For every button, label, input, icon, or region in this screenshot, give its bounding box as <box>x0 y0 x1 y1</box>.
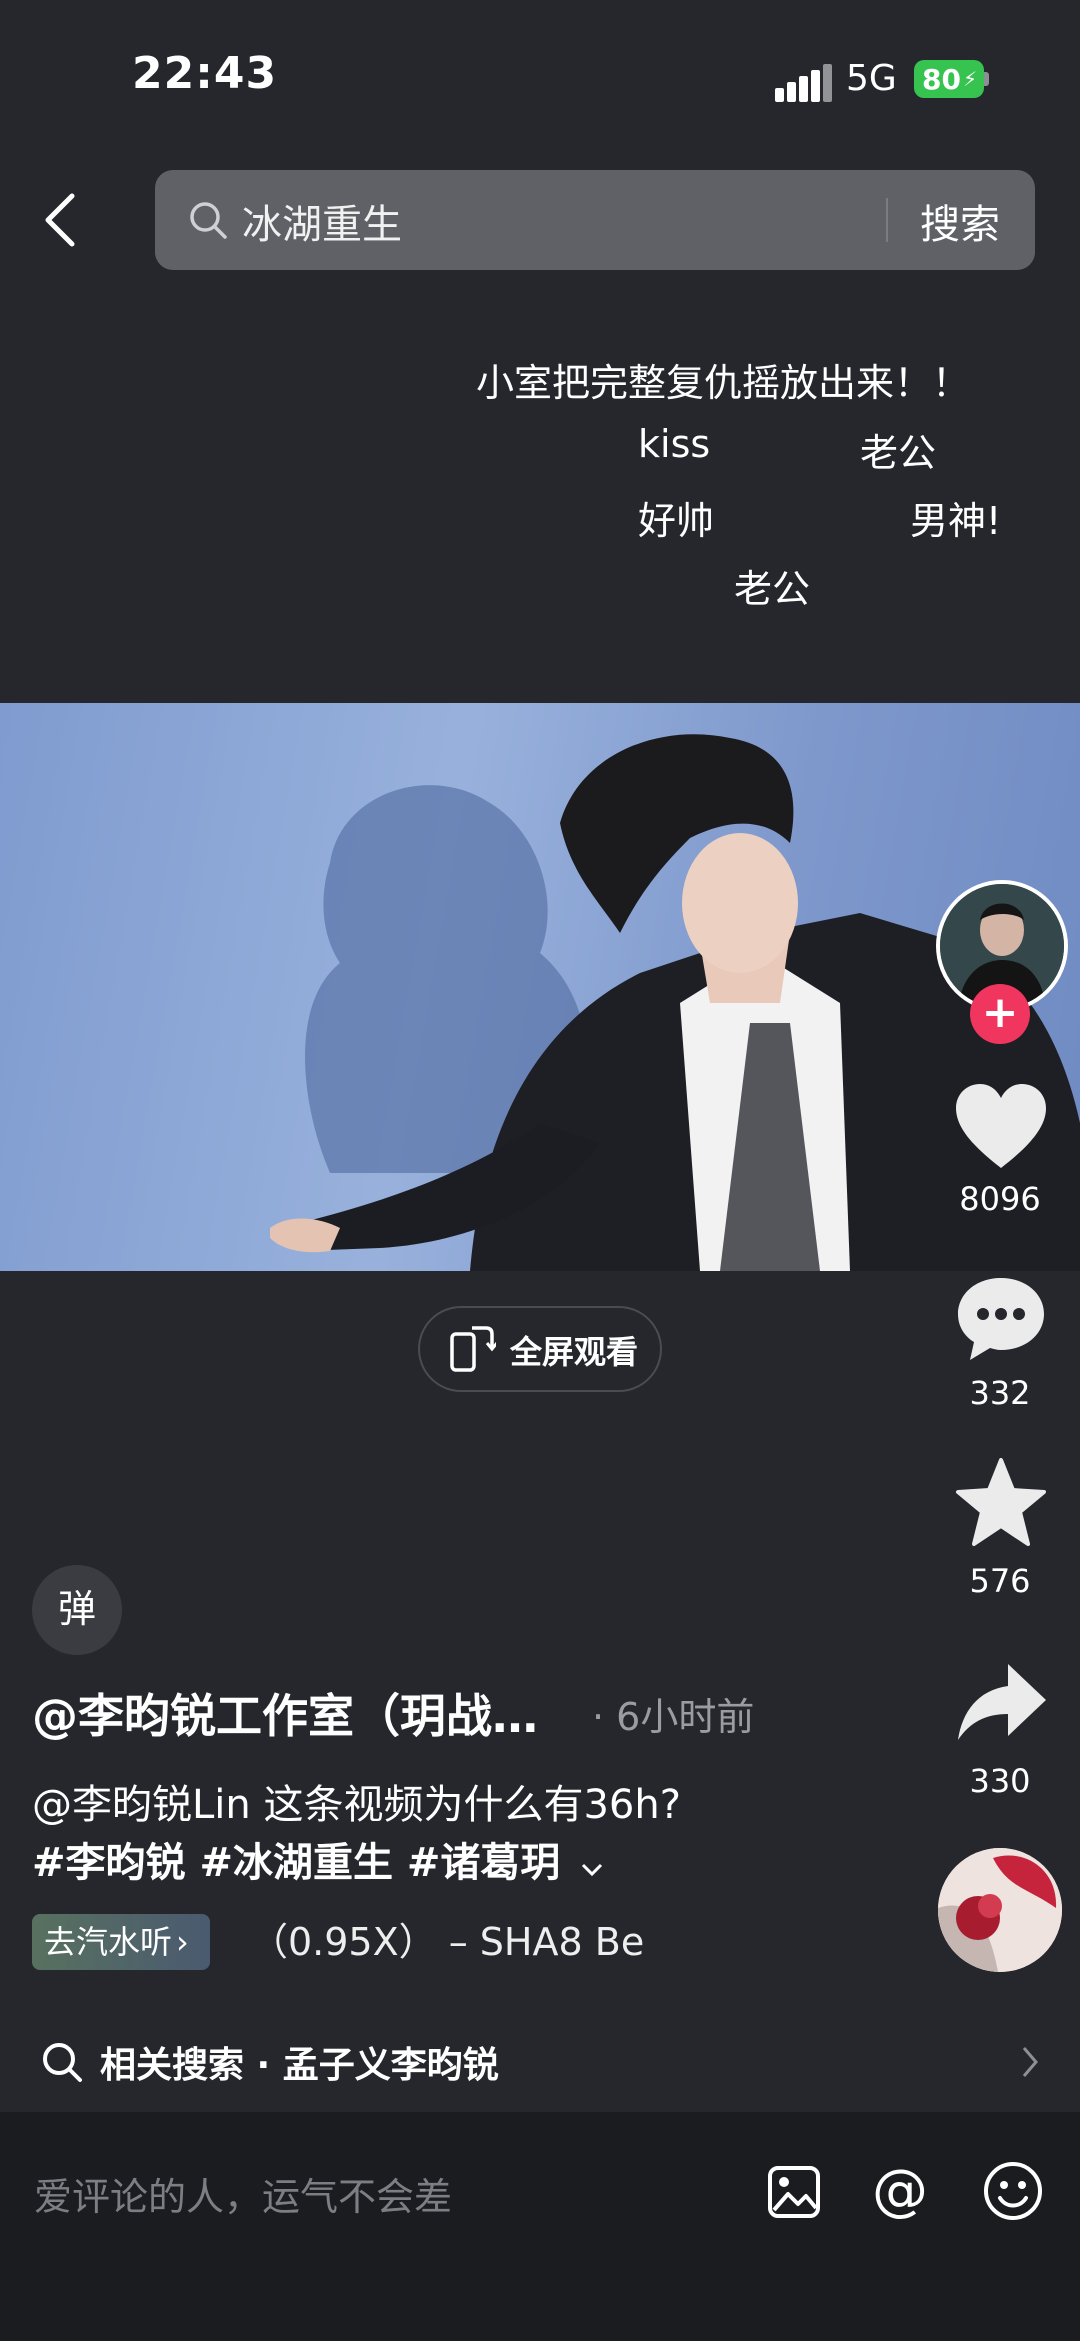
battery-level: 80 <box>922 62 961 96</box>
share-arrow-icon <box>958 1664 1046 1740</box>
music-tag-label: 去汽水听 <box>44 1923 173 1961</box>
search-divider <box>886 198 888 242</box>
chevron-right-icon[interactable] <box>1020 2044 1040 2080</box>
comment-bar <box>0 2112 1080 2341</box>
music-marquee: （0.95X） – SHA8 Be <box>250 1920 645 1964</box>
heart-icon <box>956 1084 1046 1168</box>
comment-bubble-icon <box>958 1278 1044 1360</box>
battery-icon: 80 ⚡ <box>914 60 984 98</box>
danmaku-text: 老公 <box>734 567 811 611</box>
back-button[interactable] <box>36 190 92 250</box>
share-button[interactable] <box>950 1656 1052 1752</box>
danmaku-text: 男神! <box>910 499 1002 543</box>
favorite-button[interactable] <box>950 1456 1052 1552</box>
like-button[interactable] <box>950 1080 1052 1176</box>
search-icon <box>40 2040 84 2084</box>
chevron-left-icon <box>45 193 75 247</box>
star-icon <box>956 1458 1046 1546</box>
music-app-tag[interactable]: 去汽水听 › <box>32 1914 210 1970</box>
mention-button[interactable]: @ <box>872 2160 928 2222</box>
author-name[interactable]: @李昀锐工作室（玥战… <box>32 1680 538 1746</box>
music-cover-image <box>938 1848 1062 1972</box>
danmaku-text: kiss <box>638 422 711 466</box>
status-time: 22:43 <box>132 48 278 99</box>
danmaku-toggle-button[interactable]: 弹 <box>32 1565 122 1655</box>
hashtags-text[interactable]: #李昀锐 #冰湖重生 #诸葛玥 <box>32 1840 560 1886</box>
danmaku-text: 好帅 <box>638 499 715 543</box>
music-disc[interactable] <box>938 1848 1062 1972</box>
emoji-icon <box>984 2162 1042 2220</box>
fullscreen-label: 全屏观看 <box>510 1333 639 1371</box>
rotate-screen-icon <box>448 1322 499 1374</box>
comment-button[interactable] <box>950 1270 1052 1366</box>
video-frame-image <box>270 734 1080 1271</box>
image-icon <box>768 2166 820 2218</box>
image-button[interactable] <box>766 2164 822 2220</box>
search-input[interactable]: 冰湖重生 <box>242 192 402 250</box>
follow-button[interactable]: + <box>970 984 1030 1044</box>
post-hashtags[interactable]: #李昀锐 #冰湖重生 #诸葛玥 <box>32 1830 604 1888</box>
network-label: 5G <box>846 58 897 99</box>
signal-icon <box>775 62 832 102</box>
expand-chevron-icon[interactable] <box>580 1842 604 1888</box>
battery-cap <box>984 72 989 86</box>
video-player[interactable] <box>0 703 1080 1271</box>
emoji-button[interactable] <box>982 2160 1044 2222</box>
like-count: 8096 <box>959 1180 1041 1218</box>
share-count: 330 <box>969 1762 1031 1800</box>
post-time: · 6小时前 <box>592 1695 755 1739</box>
danmaku-text: 小室把完整复仇摇放出来！！ <box>476 361 971 405</box>
comment-input[interactable]: 爱评论的人，运气不会差 <box>34 2166 452 2221</box>
comment-count: 332 <box>969 1374 1031 1412</box>
danmaku-text: 老公 <box>860 431 937 475</box>
favorite-count: 576 <box>969 1562 1031 1600</box>
post-description: @李昀锐Lin 这条视频为什么有36h? <box>32 1782 681 1828</box>
chevron-right-icon: › <box>176 1923 189 1961</box>
related-search-text[interactable]: 相关搜索 · 孟子义李昀锐 <box>100 2036 499 2088</box>
search-icon <box>188 200 228 240</box>
search-button[interactable]: 搜索 <box>920 192 1000 250</box>
